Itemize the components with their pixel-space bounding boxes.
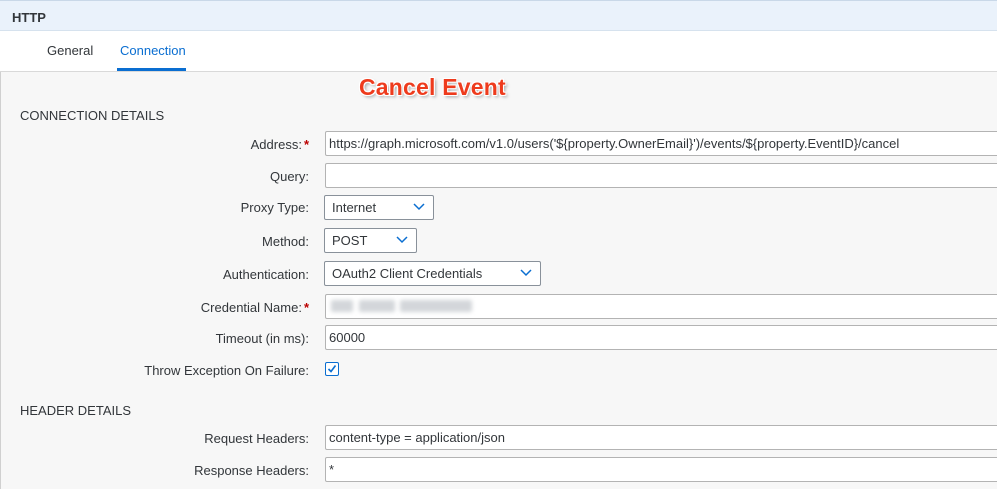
method-label: Method: [262,234,309,249]
window-titlebar: HTTP [0,0,997,31]
section-heading-header: HEADER DETAILS [20,403,132,418]
chevron-down-icon [396,236,408,244]
required-marker: * [303,137,309,152]
authentication-select[interactable]: OAuth2 Client Credentials [324,261,541,286]
panel-left-border [0,72,1,489]
response-headers-input[interactable]: * [325,457,997,482]
method-value: POST [332,233,368,248]
tab-connection[interactable]: Connection [120,43,186,58]
authentication-label: Authentication: [222,267,309,282]
proxy-type-label: Proxy Type: [240,200,309,215]
redacted-text [359,300,395,312]
redacted-text [400,300,472,312]
response-headers-label: Response Headers: [194,463,309,478]
address-label: Address: * [250,137,309,152]
query-label: Query: [269,169,309,184]
authentication-value: OAuth2 Client Credentials [332,266,483,281]
request-headers-input[interactable]: content-type = application/json [325,425,997,450]
throw-exception-label: Throw Exception On Failure: [144,363,309,378]
timeout-input[interactable]: 60000 [325,325,997,350]
proxy-type-value: Internet [332,200,377,215]
checkmark-icon [327,365,337,373]
timeout-label: Timeout (in ms): [215,331,309,346]
window-title: HTTP [12,10,46,25]
redacted-text [331,300,353,312]
chevron-down-icon [520,269,532,277]
credential-name-input[interactable] [325,294,997,319]
query-input[interactable] [325,163,997,188]
address-input[interactable]: https://graph.microsoft.com/v1.0/users('… [325,131,997,156]
section-heading-connection: CONNECTION DETAILS [20,108,165,123]
proxy-type-select[interactable]: Internet [324,195,434,220]
throw-exception-checkbox[interactable] [325,362,339,376]
required-marker: * [303,300,309,315]
tab-general[interactable]: General [47,43,93,58]
annotation-label: Cancel Event [359,74,506,100]
chevron-down-icon [413,203,425,211]
method-select[interactable]: POST [324,228,417,253]
request-headers-label: Request Headers: [204,431,309,446]
active-tab-indicator [117,68,186,71]
tab-bar: General Connection [0,31,997,72]
credential-name-label: Credential Name: * [200,300,309,315]
